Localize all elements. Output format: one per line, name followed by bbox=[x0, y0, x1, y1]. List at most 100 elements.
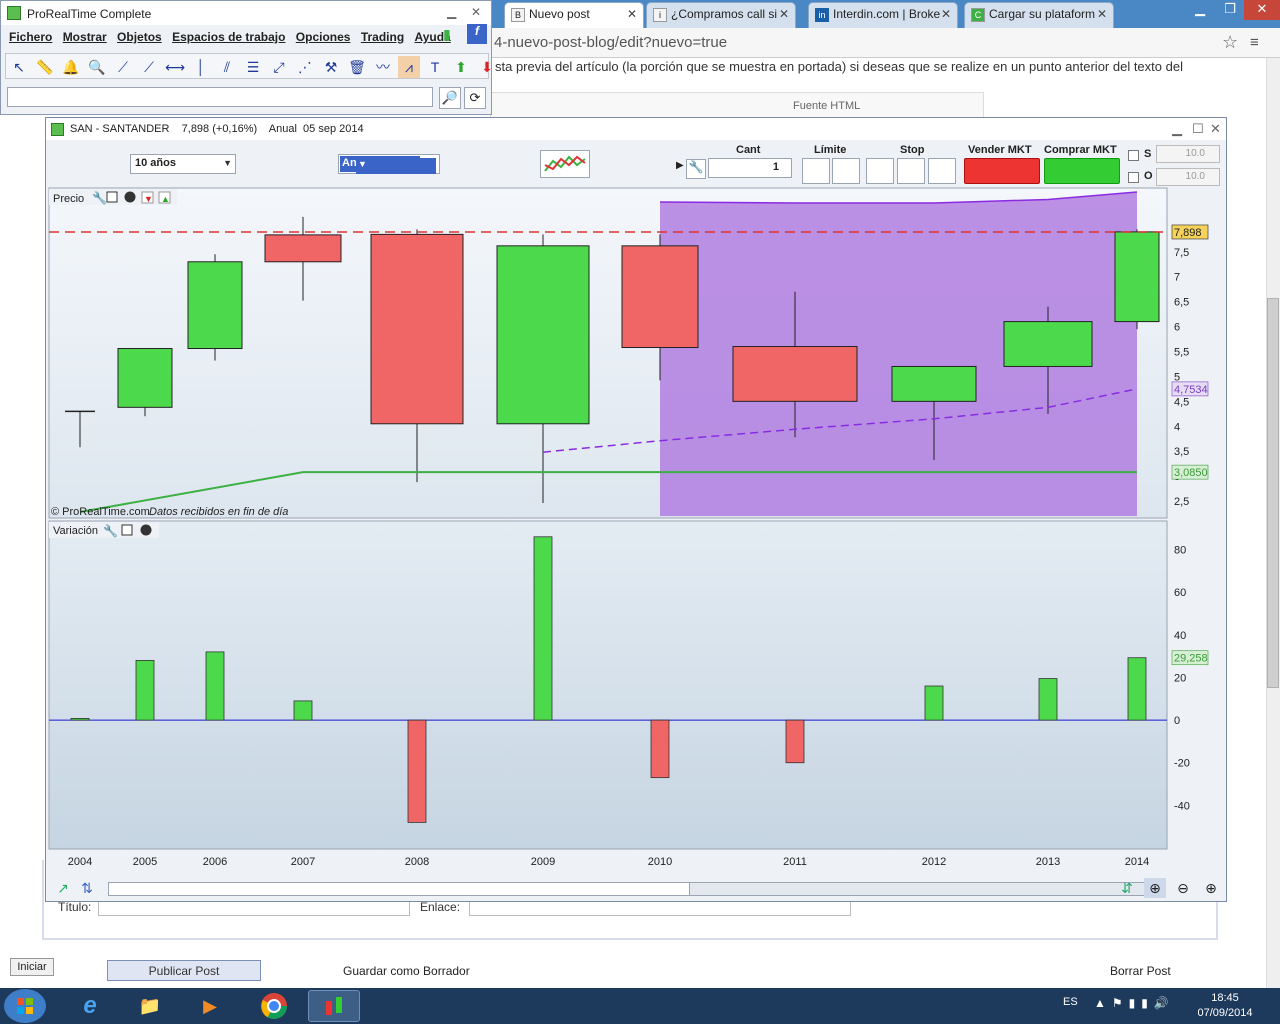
clock[interactable]: 18:45 07/09/2014 bbox=[1190, 991, 1260, 1021]
ticker-search-input[interactable] bbox=[7, 87, 433, 107]
close-icon[interactable]: ✕ bbox=[941, 7, 951, 21]
window-icon[interactable] bbox=[121, 524, 133, 536]
iniciar-button[interactable]: Iniciar bbox=[10, 958, 54, 976]
auto-scale-icon[interactable]: ⇵ bbox=[1116, 878, 1138, 898]
internet-explorer-icon[interactable]: e bbox=[64, 990, 116, 1022]
page-scroll-thumb[interactable] bbox=[1267, 298, 1279, 688]
menu-fichero[interactable]: Fichero bbox=[9, 30, 52, 44]
buy-arrow-icon[interactable]: ⬆ bbox=[450, 56, 472, 78]
candle-body bbox=[264, 234, 342, 263]
down-arrow-icon: ▼ bbox=[144, 194, 153, 204]
guardar-borrador-link[interactable]: Guardar como Borrador bbox=[343, 964, 470, 978]
chrome-icon[interactable] bbox=[248, 990, 300, 1022]
fan-icon[interactable]: ⋰ bbox=[294, 56, 316, 78]
variation-bar bbox=[205, 651, 225, 721]
minimize-icon[interactable]: ▁ bbox=[447, 5, 456, 19]
menu-mostrar[interactable]: Mostrar bbox=[63, 30, 107, 44]
url-text[interactable]: 4-nuevo-post-blog/edit?nuevo=true bbox=[494, 34, 727, 51]
minimize-icon[interactable]: ▁ bbox=[1184, 0, 1216, 20]
sell-arrow-icon[interactable]: ⬇ bbox=[476, 56, 498, 78]
menu-icon[interactable]: ≡ bbox=[1250, 34, 1259, 51]
price-tick-label: 6 bbox=[1174, 322, 1180, 334]
variation-tick-label: -40 bbox=[1174, 800, 1190, 812]
language-indicator[interactable]: ES bbox=[1063, 996, 1078, 1008]
variation-bar bbox=[135, 660, 155, 721]
media-player-icon[interactable]: ▶ bbox=[184, 990, 236, 1022]
arrow-line-icon[interactable]: ⤢ bbox=[268, 56, 290, 78]
horizontal-line-icon[interactable]: ⟷ bbox=[164, 56, 186, 78]
file-explorer-icon[interactable]: 📁 bbox=[124, 990, 176, 1022]
screener-icon[interactable]: ⟳ bbox=[464, 87, 486, 109]
close-icon[interactable]: ✕ bbox=[1097, 7, 1107, 21]
price-tick-label: 2,5 bbox=[1174, 496, 1189, 508]
alert-bell-icon[interactable]: 🔔 bbox=[60, 56, 82, 78]
trend-icon[interactable]: 〰 bbox=[372, 56, 394, 78]
wrench-icon[interactable]: 🔧 bbox=[92, 190, 107, 205]
menu-trading[interactable]: Trading bbox=[361, 30, 404, 44]
bookmark-star-icon[interactable]: ☆ bbox=[1222, 32, 1238, 53]
search-icon[interactable]: 🔎 bbox=[439, 87, 461, 109]
fibonacci-icon[interactable]: ☰ bbox=[242, 56, 264, 78]
zoom-icon[interactable]: 🔍 bbox=[86, 56, 108, 78]
close-icon[interactable]: ✕ bbox=[471, 5, 481, 19]
tab-label: ¿Compramos call si bbox=[671, 7, 778, 21]
tray-icons[interactable]: ▲⚑▮▮🔊 bbox=[1094, 996, 1175, 1010]
zoom-in-icon[interactable]: ⊕ bbox=[1200, 878, 1222, 898]
zoom-fit-icon[interactable]: ⊕ bbox=[1144, 878, 1166, 898]
ray-icon[interactable]: ⟋ bbox=[138, 56, 160, 78]
menu-opciones[interactable]: Opciones bbox=[296, 30, 351, 44]
pointer-icon[interactable]: ↖ bbox=[8, 56, 30, 78]
zoom-out-icon[interactable]: ⊖ bbox=[1172, 878, 1194, 898]
line-icon[interactable]: ⟋ bbox=[112, 56, 134, 78]
scroll-thumb[interactable] bbox=[689, 883, 1149, 895]
pattern-icon[interactable]: ⩘ bbox=[398, 56, 420, 78]
close-window-icon[interactable]: ✕ bbox=[1244, 0, 1280, 20]
close-icon[interactable]: ✕ bbox=[779, 7, 789, 21]
variation-tick-label: 20 bbox=[1174, 672, 1186, 684]
formula-icon[interactable]: f bbox=[467, 24, 487, 44]
tab-interdin[interactable]: in Interdin.com | Broke ✕ bbox=[808, 2, 958, 28]
moving-average-tag-label: 4,7534 bbox=[1174, 384, 1208, 396]
menu-objetos[interactable]: Objetos bbox=[117, 30, 162, 44]
address-bar[interactable]: 4-nuevo-post-blog/edit?nuevo=true ☆ ≡ bbox=[490, 28, 1280, 58]
tab-nuevo-post[interactable]: B Nuevo post ✕ bbox=[504, 2, 644, 28]
candle-body bbox=[370, 233, 464, 425]
chart-area[interactable]: 2,533,544,555,566,577,57,8984,75343,0850… bbox=[46, 118, 1226, 878]
tab-compramos-call[interactable]: i ¿Compramos call si ✕ bbox=[646, 2, 796, 28]
year-tick-label: 2010 bbox=[648, 856, 672, 868]
variation-bar bbox=[70, 718, 90, 721]
vertical-line-icon[interactable]: │ bbox=[190, 56, 212, 78]
tab-cargar-plataforma[interactable]: C Cargar su plataform ✕ bbox=[964, 2, 1114, 28]
trash-icon[interactable]: 🗑 bbox=[346, 56, 368, 78]
close-panel-icon[interactable] bbox=[140, 524, 152, 536]
publicar-post-button[interactable]: Publicar Post bbox=[107, 960, 261, 981]
year-tick-label: 2007 bbox=[291, 856, 315, 868]
close-panel-icon[interactable] bbox=[124, 191, 136, 203]
year-tick-label: 2006 bbox=[203, 856, 227, 868]
variation-bar bbox=[1127, 657, 1147, 721]
candle-body bbox=[621, 245, 699, 349]
clock-date: 07/09/2014 bbox=[1197, 1007, 1253, 1019]
variation-tick-label: 0 bbox=[1174, 715, 1180, 727]
tab-label: Nuevo post bbox=[529, 7, 590, 21]
ruler-icon[interactable]: 📏 bbox=[34, 56, 56, 78]
window-icon[interactable] bbox=[106, 191, 118, 203]
text-icon[interactable]: T bbox=[424, 56, 446, 78]
menu-espacios[interactable]: Espacios de trabajo bbox=[172, 30, 285, 44]
close-icon[interactable]: ✕ bbox=[627, 7, 637, 21]
wrench-icon[interactable]: 🔧 bbox=[103, 523, 118, 538]
price-tick-label: 3,5 bbox=[1174, 446, 1189, 458]
x-axis: 2004 2005 2006 2007 2008 2009 2010 2011 2012 2013… bbox=[68, 856, 1149, 868]
chart-horizontal-scrollbar[interactable] bbox=[108, 882, 1158, 896]
candle-icon[interactable]: ▮ bbox=[443, 26, 451, 43]
windows-start-button[interactable] bbox=[4, 989, 46, 1023]
chart-add-icon[interactable]: ↗ bbox=[52, 878, 74, 898]
indicator-icon[interactable]: ⇅ bbox=[76, 878, 98, 898]
source-html-button[interactable]: Fuente HTML bbox=[793, 100, 860, 112]
tools-icon[interactable]: ⚒ bbox=[320, 56, 342, 78]
support-tag-label: 3,0850 bbox=[1174, 467, 1208, 479]
channel-icon[interactable]: ⫽ bbox=[216, 56, 238, 78]
borrar-post-link[interactable]: Borrar Post bbox=[1110, 964, 1171, 978]
prorealtime-taskbar-icon[interactable] bbox=[308, 990, 360, 1022]
maximize-icon[interactable]: ❐ bbox=[1214, 0, 1246, 20]
